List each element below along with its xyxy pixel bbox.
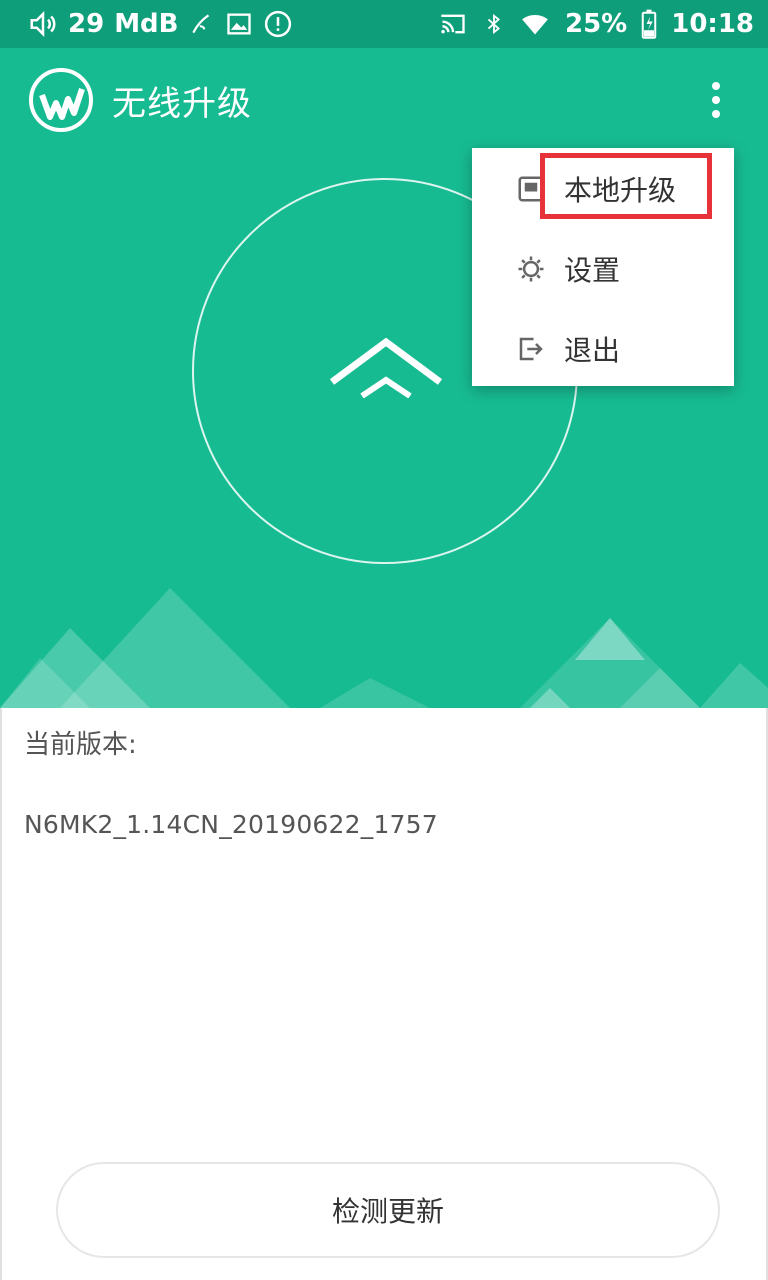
page-title: 无线升级 [112,83,252,124]
app-logo-icon [28,67,94,133]
menu-item-settings[interactable]: 设置 [472,230,734,308]
menu-item-label: 本地升级 [564,174,677,207]
gear-icon [516,254,546,284]
current-version-value: N6MK2_1.14CN_20190622_1757 [24,810,438,839]
pen-icon [189,11,215,37]
battery-charging-icon [641,9,657,39]
content-panel: 当前版本: N6MK2_1.14CN_20190622_1757 检测更新 [0,708,768,1280]
alert-icon [263,9,293,39]
cast-icon [437,10,469,38]
image-icon [225,10,253,38]
volume-level-text: 29 [68,9,105,39]
mountains-decoration [0,588,768,708]
battery-percent-text: 25% [565,9,628,39]
app-toolbar: 无线升级 [0,48,768,152]
overflow-menu: 本地升级 设置 退出 [472,148,734,386]
bluetooth-icon [483,9,505,39]
upgrade-arrows-icon [329,337,443,402]
current-version-label: 当前版本: [24,730,137,760]
menu-item-local-upgrade[interactable]: 本地升级 [472,150,734,228]
exit-icon [516,334,546,364]
local-storage-icon [516,174,546,204]
wifi-icon [519,10,551,38]
menu-item-label: 设置 [564,254,621,287]
menu-item-exit[interactable]: 退出 [472,310,734,388]
volume-unit-text: MdB [114,9,179,39]
more-vert-icon[interactable] [698,74,734,126]
volume-icon [28,9,58,39]
check-update-button[interactable]: 检测更新 [56,1162,720,1258]
clock-text: 10:18 [671,9,754,39]
status-bar: 29 MdB 25% 10:18 [0,0,768,48]
menu-item-label: 退出 [564,334,621,367]
